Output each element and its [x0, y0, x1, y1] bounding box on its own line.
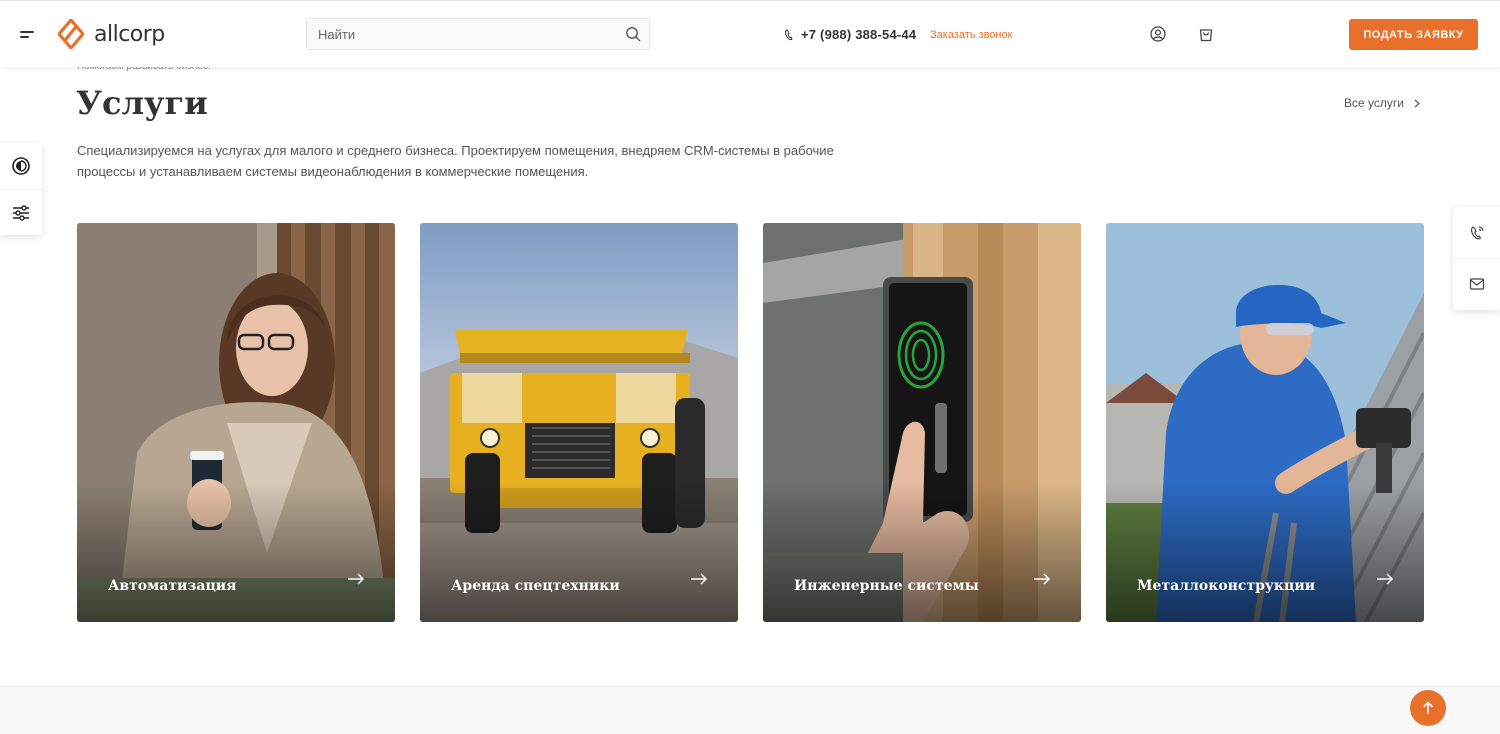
- arrow-right-icon: [691, 573, 708, 585]
- service-card-metal[interactable]: Металлоконструкции: [1106, 223, 1424, 622]
- arrow-up-icon: [1422, 701, 1434, 714]
- scroll-top-button[interactable]: [1410, 690, 1446, 726]
- all-services-label: Все услуги: [1344, 96, 1404, 110]
- logo-text: allcorp: [94, 21, 165, 47]
- right-side-panel: [1453, 207, 1500, 310]
- mail-icon: [1469, 278, 1484, 290]
- service-card-title: Аренда спецтехники: [451, 578, 620, 594]
- logo[interactable]: allcorp: [58, 19, 165, 49]
- logo-icon: [58, 19, 84, 49]
- search-box: [306, 18, 650, 50]
- arrow-right-icon: [348, 573, 365, 585]
- footer-band: [0, 686, 1500, 734]
- service-card-title: Металлоконструкции: [1137, 578, 1316, 594]
- arrow-right-icon: [1377, 573, 1394, 585]
- service-card-title: Инженерные системы: [794, 578, 979, 594]
- menu-icon[interactable]: [20, 31, 34, 39]
- left-side-panel: [0, 143, 42, 235]
- phone-block: +7 (988) 388-54-44: [784, 27, 916, 42]
- page-title: Услуги: [76, 84, 208, 122]
- card-overlay: [77, 482, 395, 622]
- all-services-link[interactable]: Все услуги: [1344, 96, 1420, 110]
- theme-toggle-icon: [12, 157, 30, 175]
- section-description: Специализируемся на услугах для малого и…: [77, 143, 834, 179]
- settings-sliders-icon: [13, 204, 29, 221]
- settings-button[interactable]: [0, 189, 42, 235]
- theme-toggle-button[interactable]: [0, 143, 42, 189]
- service-card-automation[interactable]: Автоматизация: [77, 223, 395, 622]
- search-icon[interactable]: [625, 26, 641, 42]
- search-input[interactable]: [307, 19, 649, 49]
- chevron-right-icon: [1414, 99, 1420, 107]
- callback-link[interactable]: Заказать звонок: [930, 29, 1012, 41]
- card-overlay: [763, 482, 1081, 622]
- callback-side-button[interactable]: [1453, 207, 1500, 258]
- cart-icon[interactable]: [1198, 26, 1214, 42]
- callback-phone-icon: [1470, 225, 1484, 239]
- arrow-right-icon: [1034, 573, 1051, 585]
- service-card-machinery[interactable]: Аренда спецтехники: [420, 223, 738, 622]
- card-overlay: [420, 482, 738, 622]
- phone-icon: [785, 28, 793, 40]
- service-card-engineering[interactable]: Инженерные системы: [763, 223, 1081, 622]
- site-header: allcorp +7 (988) 388-54-44 Заказать звон…: [0, 0, 1500, 67]
- card-overlay: [1106, 482, 1424, 622]
- mail-side-button[interactable]: [1453, 258, 1500, 309]
- user-icon[interactable]: [1150, 26, 1166, 42]
- service-card-title: Автоматизация: [108, 578, 237, 594]
- phone-number[interactable]: +7 (988) 388-54-44: [801, 27, 916, 42]
- submit-request-button[interactable]: ПОДАТЬ ЗАЯВКУ: [1349, 19, 1478, 50]
